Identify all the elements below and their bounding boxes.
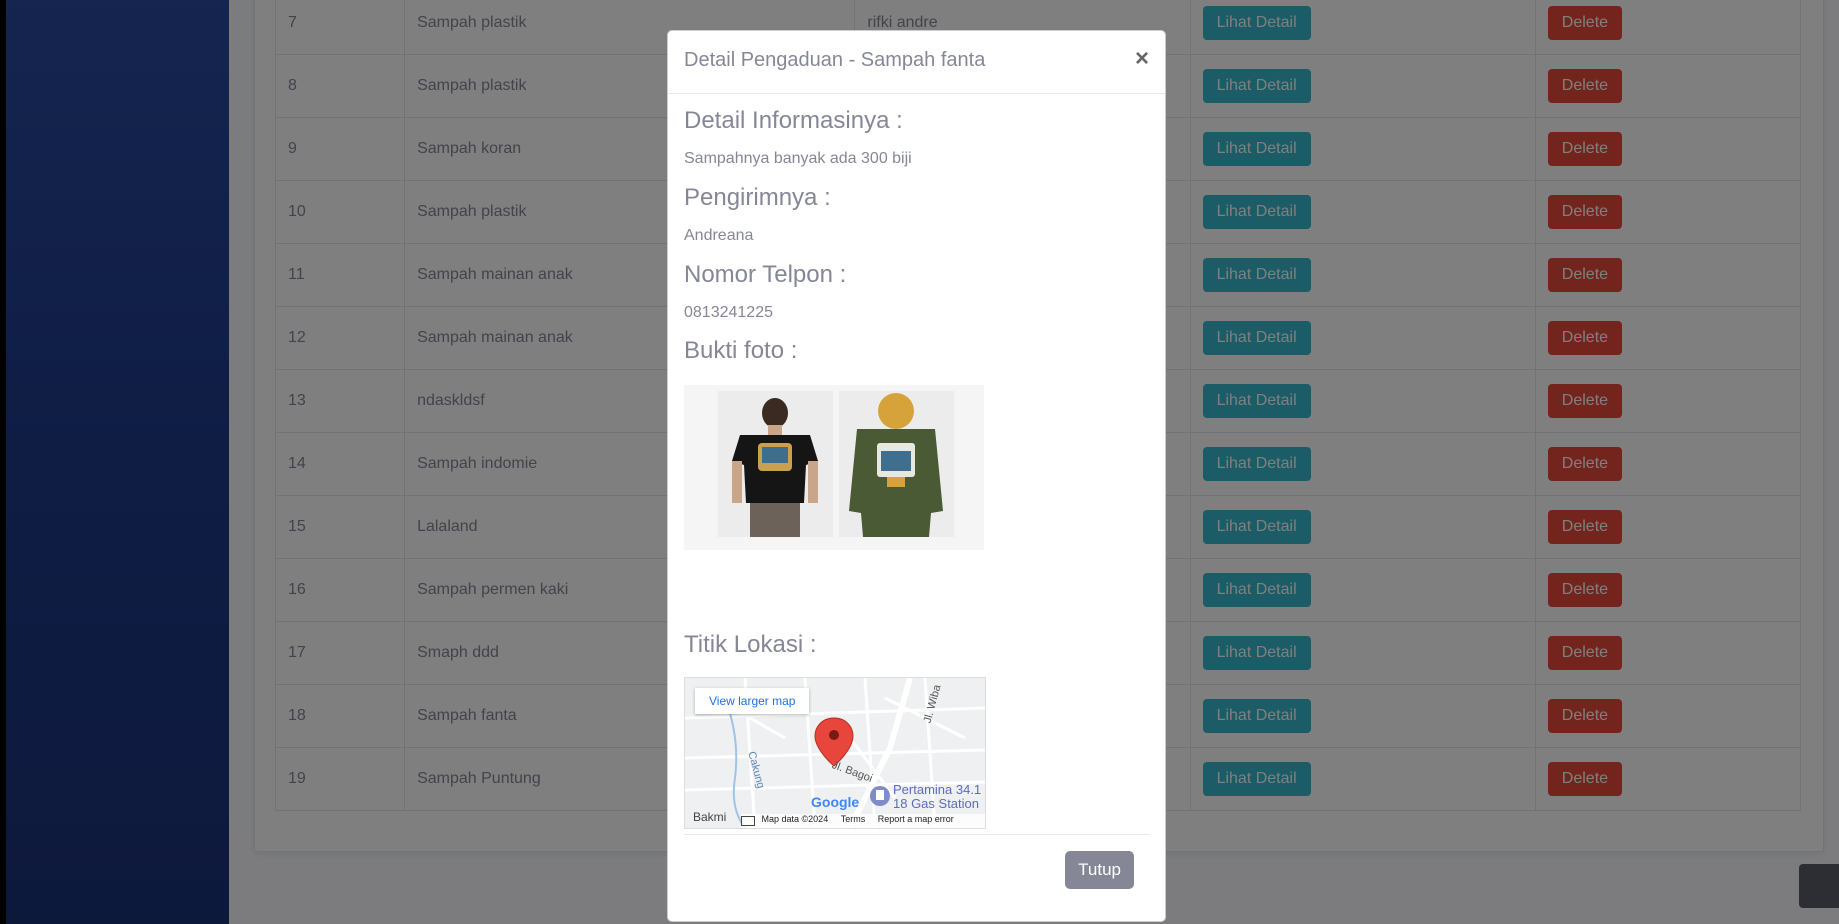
- modal-footer-divider: [684, 834, 1149, 835]
- map-terms-link[interactable]: Terms: [841, 814, 866, 824]
- map-place-name: Pertamina 34.1: [893, 782, 982, 797]
- map-area-label: Bakmi: [693, 810, 727, 824]
- photo-tshirt-back: [718, 391, 833, 537]
- phone-text: 0813241225: [684, 304, 773, 321]
- detail-modal: Detail Pengaduan - Sampah fanta × Detail…: [667, 30, 1166, 922]
- close-icon[interactable]: ×: [1135, 45, 1149, 73]
- photo-jacket-back: [839, 391, 954, 537]
- keyboard-icon[interactable]: [741, 816, 755, 826]
- modal-header: Detail Pengaduan - Sampah fanta ×: [668, 31, 1165, 94]
- evidence-photo: [684, 385, 984, 550]
- sender-heading: Pengirimnya :: [684, 184, 831, 211]
- info-heading: Detail Informasinya :: [684, 107, 903, 134]
- location-map[interactable]: View larger map Jl. Wiba Jl. Bagoi Cakun…: [684, 677, 986, 829]
- info-text: Sampahnya banyak ada 300 biji: [684, 150, 912, 167]
- close-button[interactable]: Tutup: [1065, 851, 1134, 889]
- phone-heading: Nomor Telpon :: [684, 261, 847, 288]
- photo-heading: Bukti foto :: [684, 337, 798, 364]
- google-logo: Google: [811, 794, 860, 810]
- map-report-link[interactable]: Report a map error: [878, 814, 954, 824]
- map-footer: Map data ©2024 Terms Report a map error: [741, 814, 985, 828]
- view-larger-map-link[interactable]: View larger map: [695, 688, 810, 714]
- map-data-text: Map data ©2024: [761, 814, 829, 824]
- sender-text: Andreana: [684, 227, 754, 244]
- map-place-sub: 18 Gas Station: [893, 796, 979, 811]
- location-heading: Titik Lokasi :: [684, 631, 817, 658]
- modal-title: Detail Pengaduan - Sampah fanta: [684, 49, 986, 71]
